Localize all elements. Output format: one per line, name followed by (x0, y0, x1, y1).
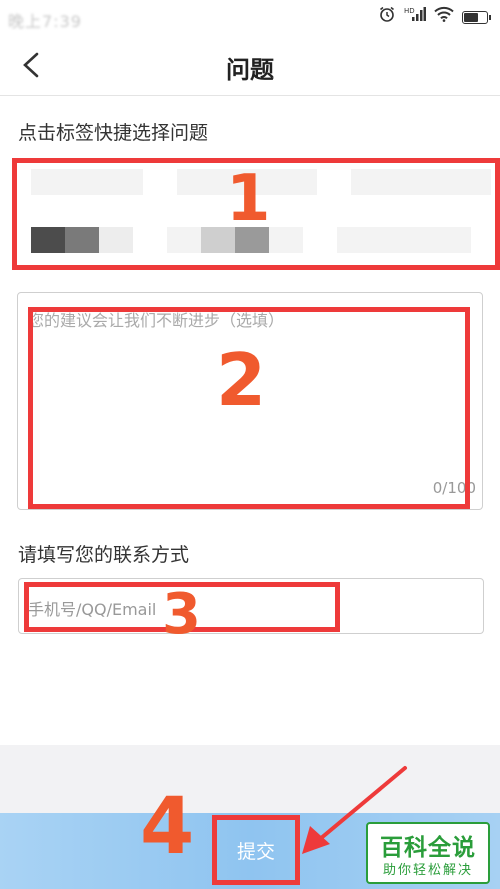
annotation-number-2: 2 (216, 338, 267, 422)
svg-text:HD: HD (404, 7, 415, 15)
annotation-number-4: 4 (140, 782, 195, 872)
tag-chip[interactable] (167, 227, 201, 253)
annotation-number-3: 3 (162, 582, 201, 647)
tag-chip[interactable] (31, 227, 65, 253)
alarm-icon (378, 5, 396, 30)
status-bar: 晚上7:39 HD (0, 0, 500, 34)
wifi-icon (434, 6, 454, 29)
bottom-spacer (0, 745, 500, 813)
tags-section-label: 点击标签快捷选择问题 (18, 122, 209, 144)
page-title: 问题 (226, 56, 274, 84)
status-icons: HD (378, 5, 491, 30)
tag-chip[interactable] (351, 169, 491, 195)
tag-chip[interactable] (337, 227, 471, 253)
tag-chip[interactable] (31, 169, 143, 195)
contact-section-label: 请填写您的联系方式 (18, 544, 190, 566)
submit-button[interactable]: 提交 (212, 815, 300, 885)
logo-sub-text: 助你轻松解决 (382, 863, 473, 878)
logo-main-text: 百科全说 (380, 835, 476, 861)
battery-icon (462, 10, 491, 24)
annotation-number-1: 1 (226, 162, 271, 236)
status-time: 晚上7:39 (8, 12, 82, 31)
header: 问题 (0, 34, 500, 96)
hd-signal-icon: HD (404, 6, 426, 29)
watermark-logo: 百科全说 助你轻松解决 (366, 822, 490, 884)
